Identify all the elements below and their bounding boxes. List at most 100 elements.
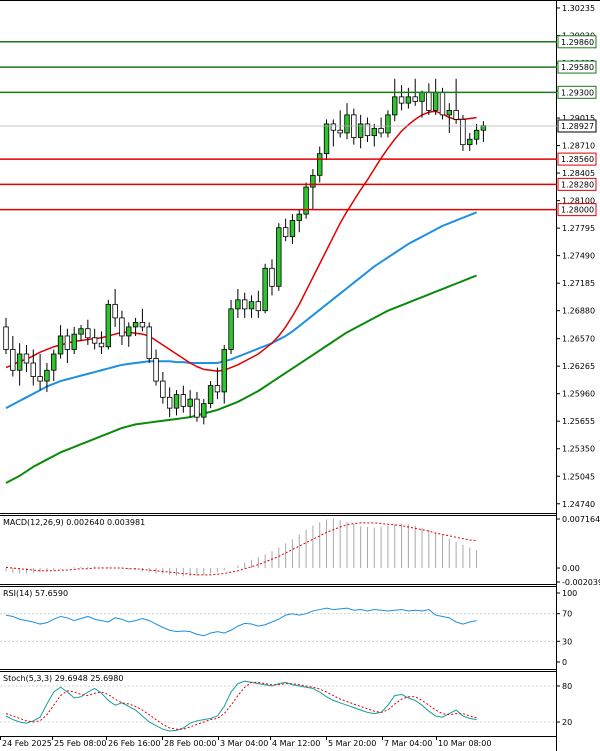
macd-title: MACD(12,26,9) 0.002640 0.003981 (3, 518, 145, 527)
candle (160, 372, 166, 404)
stoch-k-line (5, 680, 477, 732)
candle (112, 289, 118, 327)
candle (146, 322, 152, 364)
candle-body-bull (235, 299, 241, 310)
macd-tick-label: -0.002039 (562, 578, 600, 587)
candle (51, 349, 57, 382)
candle-body-bull (446, 109, 452, 116)
current-price-label: 1.28927 (561, 122, 594, 131)
date-label: 10 Mar 08:00 (438, 739, 491, 748)
candle (241, 292, 248, 318)
candles (3, 78, 487, 425)
candle (480, 121, 487, 142)
candle (398, 85, 405, 111)
candle (153, 349, 159, 386)
candle (64, 328, 71, 364)
forex-chart: 1.302351.299301.296251.293151.290151.287… (0, 0, 600, 751)
candle-body-bull (385, 114, 391, 134)
price-tick-label: 1.25045 (562, 472, 595, 481)
price-tick-label: 1.24740 (562, 500, 595, 509)
candle (351, 108, 357, 145)
candle (3, 317, 9, 354)
candle (139, 308, 146, 332)
candle (323, 119, 330, 161)
candle (173, 390, 180, 416)
candle (57, 325, 64, 359)
stoch-tick-label: 80 (562, 682, 572, 691)
candle (453, 78, 459, 124)
candle-body-bull (228, 308, 234, 350)
candle-body-bull (317, 153, 323, 176)
macd-panel: 0.007164 0.00 -0.002039 MACD(12,26,9) 0.00… (0, 515, 600, 587)
macd-tick-label: 0.007164 (562, 515, 600, 524)
candle (282, 218, 289, 242)
candle (296, 209, 302, 233)
candle-body-bear (160, 380, 166, 398)
candle (255, 290, 262, 318)
date-label: 4 Mar 12:00 (272, 739, 320, 748)
candle (228, 299, 234, 354)
price-tick-label: 1.26265 (562, 362, 595, 371)
price-axis: 1.302351.299301.296251.293151.290151.287… (556, 4, 595, 509)
candle (187, 390, 193, 418)
candle-body-bear (412, 96, 418, 102)
ma-slow-line (5, 274, 477, 484)
candle (303, 182, 309, 219)
candle-body-bull (248, 301, 255, 310)
rsi: 100 70 30 0 (0, 589, 577, 667)
candle (330, 119, 337, 147)
candle-body-bear (30, 362, 36, 377)
candle (194, 391, 200, 422)
candle-body-bear (330, 123, 337, 131)
rsi-line (5, 607, 477, 637)
candle (71, 326, 77, 354)
candle (248, 295, 255, 318)
candle-body-bull (173, 394, 180, 409)
candle-body-bear (337, 129, 343, 134)
candle-body-bear (119, 317, 125, 337)
candle-body-bear (85, 328, 91, 339)
level-label: 1.28280 (561, 180, 594, 189)
candle (269, 259, 275, 296)
candle (91, 328, 98, 350)
candle-body-bull (132, 322, 139, 328)
candle-body-bear (241, 299, 248, 310)
price-tick-label: 1.25960 (562, 390, 595, 399)
candle-body-bull (276, 227, 282, 287)
rsi-tick-label: 30 (562, 637, 572, 646)
level-label: 1.29860 (561, 38, 594, 47)
candle (337, 110, 343, 138)
price-tick-label: 1.28710 (562, 142, 595, 151)
candle-body-bull (310, 174, 316, 188)
candle (473, 123, 480, 145)
candle (460, 114, 466, 151)
date-label: 26 Feb 16:00 (108, 739, 160, 748)
candle-body-bear (214, 385, 221, 393)
candle-body-bull (201, 403, 207, 418)
candle (276, 223, 282, 291)
candle (201, 399, 207, 425)
stoch-panel: 80 20 Stoch(5,3,3) 29.6948 25.6980 (0, 671, 572, 737)
price-tick-label: 1.27185 (562, 279, 595, 288)
candle-body-bull (221, 349, 227, 393)
candle (432, 78, 439, 115)
candle-body-bull (323, 123, 330, 155)
candle (98, 331, 105, 354)
candle (37, 353, 43, 391)
candle (221, 344, 227, 404)
candle-body-bear (378, 128, 384, 134)
candle (371, 123, 377, 147)
level-label: 1.28560 (561, 155, 594, 164)
candle (385, 110, 391, 138)
candle-body-bull (296, 213, 302, 221)
candle (357, 114, 364, 149)
candle-body-bull (467, 138, 473, 146)
candle (166, 387, 173, 418)
date-label: 28 Feb 00:00 (164, 739, 216, 748)
ma-mid (5, 211, 477, 410)
ma-mid-line (5, 211, 477, 410)
candle-body-bull (405, 96, 412, 104)
price-tick-label: 1.25350 (562, 445, 595, 454)
candle-body-bull (105, 303, 111, 348)
current-price: 1.28927 (0, 119, 597, 133)
